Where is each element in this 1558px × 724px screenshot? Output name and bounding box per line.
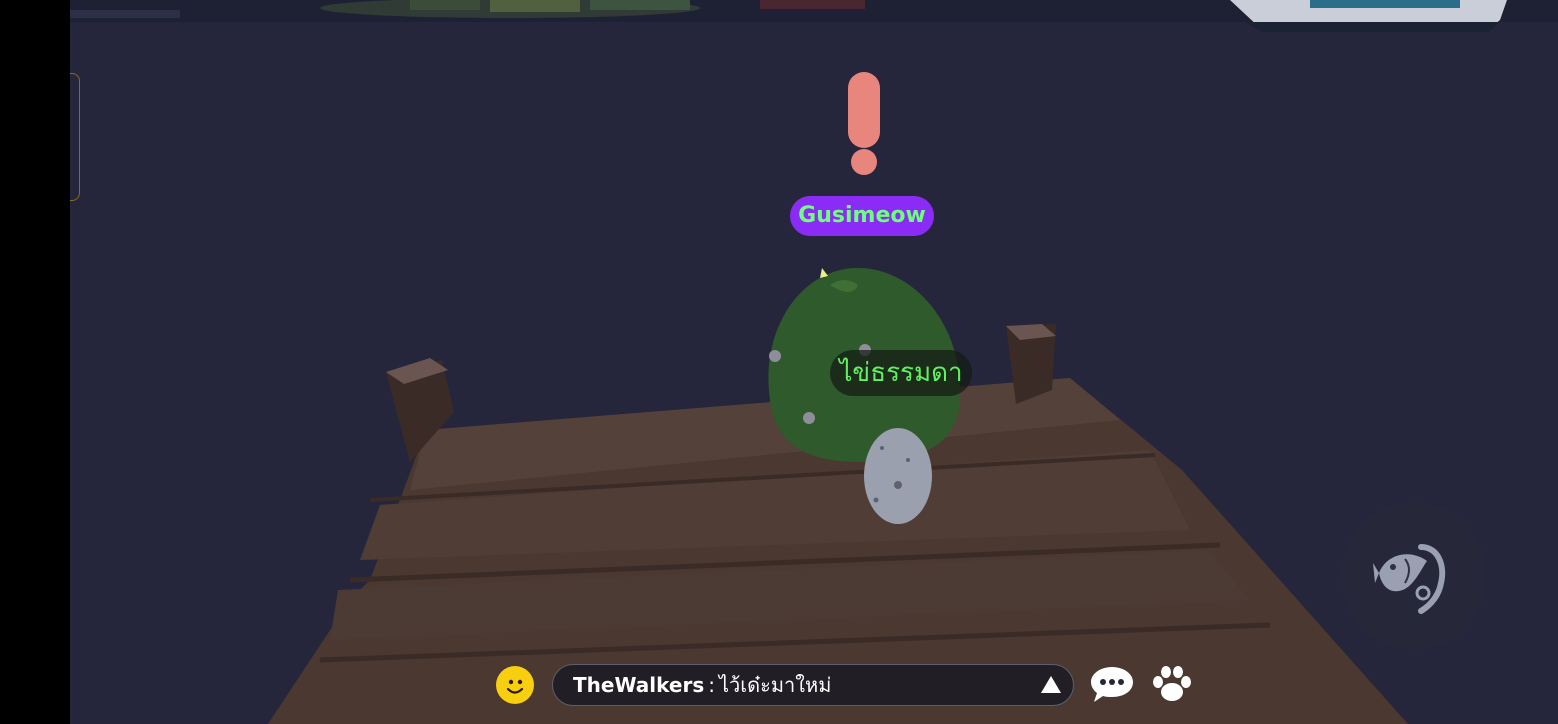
player-name-tag: Gusimeow <box>790 196 934 236</box>
distant-boat <box>1230 0 1507 32</box>
smiley-face-icon <box>506 679 524 694</box>
chat-bar[interactable]: TheWalkers : ไว้เด๋ะมาใหม่ <box>552 664 1074 706</box>
fishing-rod-icon <box>1373 544 1446 614</box>
egg-name-label: ไข่ธรรมดา <box>830 350 972 396</box>
game-world <box>70 0 1558 724</box>
chat-sender: TheWalkers <box>573 673 705 697</box>
speech-bubble-icon <box>1091 667 1133 702</box>
side-panel-tab[interactable] <box>70 73 80 201</box>
exclamation-icon <box>848 72 880 175</box>
distant-island <box>70 10 180 18</box>
chat-button[interactable] <box>1089 664 1135 704</box>
chat-message: ไว้เด๋ะมาใหม่ <box>719 673 832 697</box>
paw-icon <box>1153 666 1191 701</box>
game-scene[interactable] <box>70 0 1558 724</box>
emoji-button[interactable] <box>496 666 534 704</box>
egg-object <box>864 428 932 524</box>
pets-button[interactable] <box>1150 664 1194 704</box>
triangle-up-icon[interactable] <box>1041 676 1061 693</box>
chat-separator: : <box>708 673 715 697</box>
fishing-button[interactable] <box>1342 503 1486 649</box>
